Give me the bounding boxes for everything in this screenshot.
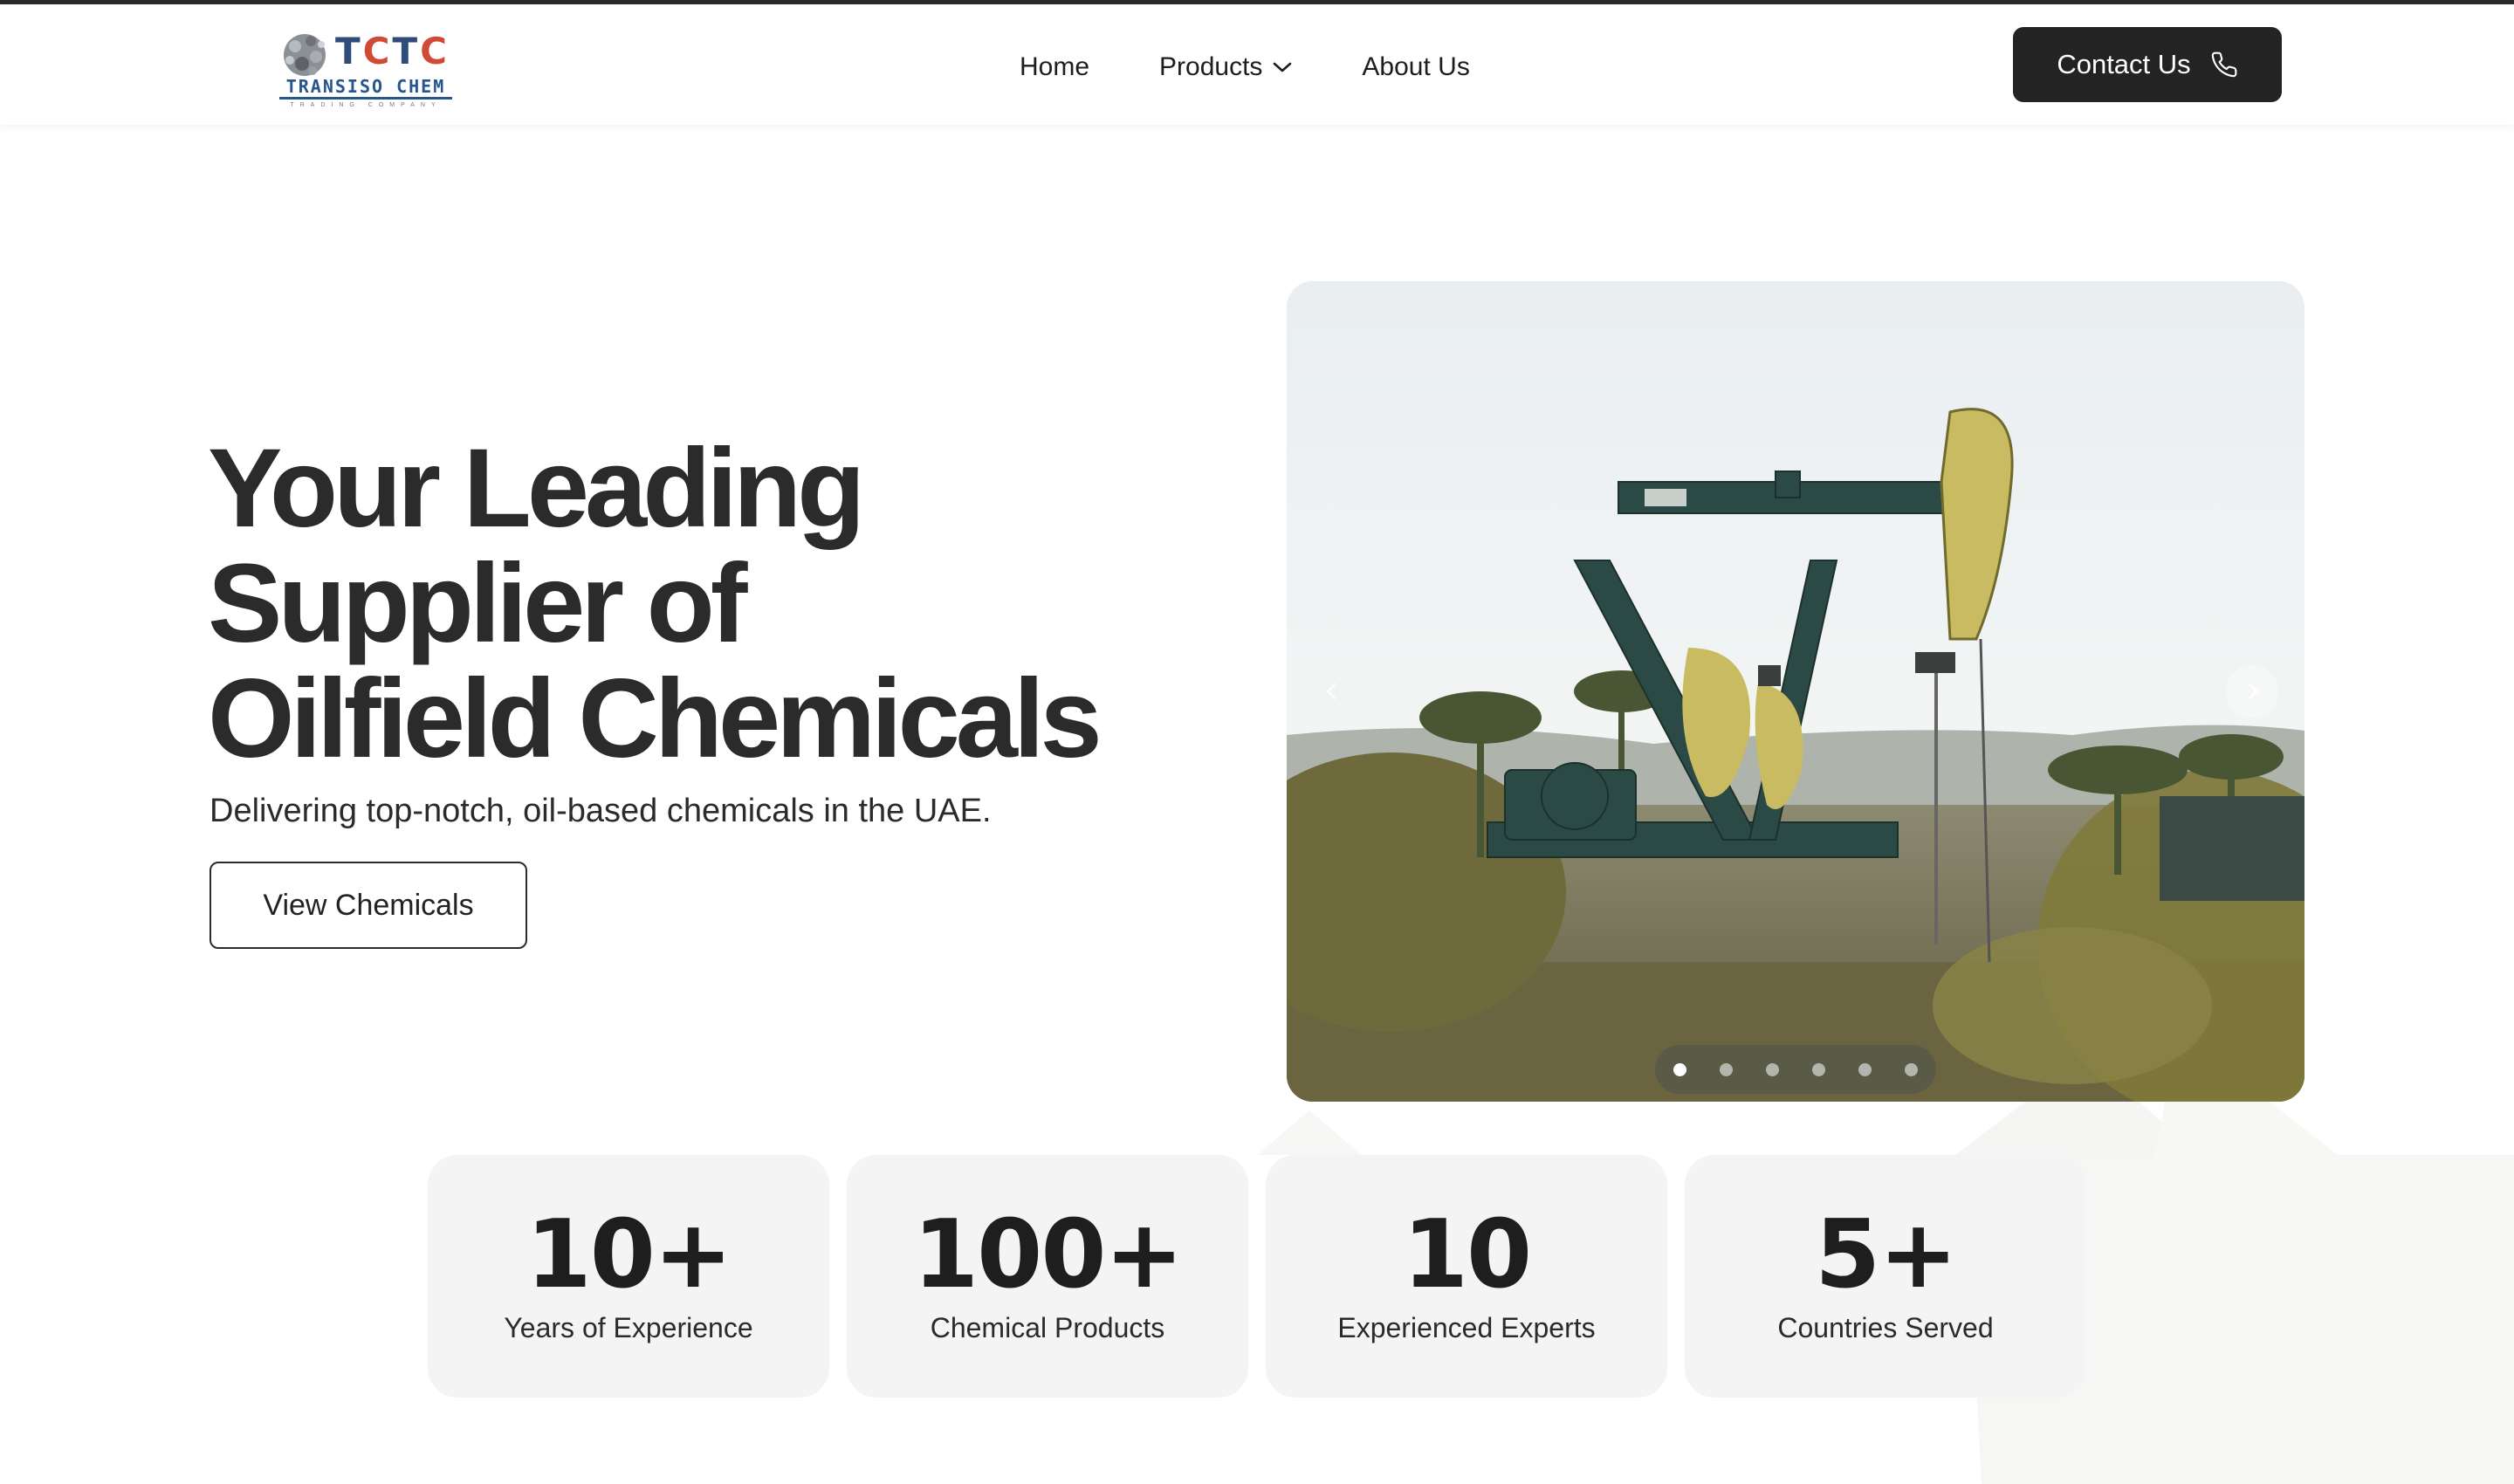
logo-tagline: TRADING COMPANY: [290, 102, 442, 108]
contact-us-label: Contact Us: [2057, 49, 2191, 79]
logo-wordmark: TCTC: [335, 30, 450, 72]
nav-link-home-label: Home: [1020, 52, 1090, 81]
logo-company-name: TRANSISO CHEM: [279, 76, 452, 100]
molecule-icon: [284, 34, 326, 76]
nav-link-about-us[interactable]: About Us: [1362, 50, 1469, 85]
chevron-right-icon: [2248, 683, 2258, 700]
carousel-dot-2[interactable]: [1720, 1062, 1733, 1076]
carousel-prev-button[interactable]: [1306, 665, 1358, 718]
stat-label: Chemical Products: [930, 1312, 1165, 1343]
carousel-dot-1[interactable]: [1673, 1062, 1686, 1076]
stat-value: 10: [1402, 1200, 1532, 1309]
view-chemicals-button[interactable]: View Chemicals: [210, 862, 527, 949]
carousel-dot-3[interactable]: [1766, 1062, 1779, 1076]
stat-label: Experienced Experts: [1337, 1312, 1596, 1343]
stat-value: 10+: [525, 1200, 733, 1309]
stat-value: 5+: [1815, 1200, 1958, 1309]
hero-title-line-3: Oilfield Chemicals: [208, 656, 1102, 781]
stat-card-products: 100+ Chemical Products: [847, 1155, 1248, 1398]
carousel-dot-6[interactable]: [1905, 1062, 1918, 1076]
stat-value: 100+: [913, 1200, 1184, 1309]
stat-label: Years of Experience: [504, 1312, 753, 1343]
nav-link-products-label: Products: [1159, 52, 1263, 81]
hero-subtitle: Delivering top-notch, oil-based chemical…: [210, 793, 992, 829]
phone-icon: [2211, 52, 2237, 78]
hero-carousel: [1287, 281, 2304, 1102]
chevron-left-icon: [1326, 683, 1336, 700]
stat-card-countries: 5+ Countries Served: [1685, 1155, 2086, 1398]
hero-title-line-1: Your Leading: [208, 426, 865, 551]
stat-label: Countries Served: [1777, 1312, 1994, 1343]
contact-us-button[interactable]: Contact Us: [2013, 27, 2282, 102]
nav-link-products[interactable]: Products: [1159, 50, 1292, 85]
hero-title: Your Leading Supplier of Oilfield Chemic…: [208, 431, 1255, 777]
company-logo[interactable]: TCTC TRANSISO CHEM TRADING COMPANY: [278, 25, 452, 111]
chevron-down-icon: [1274, 62, 1292, 72]
hero-title-line-2: Supplier of: [208, 541, 747, 666]
nav-link-home[interactable]: Home: [1020, 50, 1089, 85]
nav-link-about-label: About Us: [1362, 52, 1470, 81]
stat-card-experience: 10+ Years of Experience: [428, 1155, 829, 1398]
stats-section: 10+ Years of Experience 100+ Chemical Pr…: [428, 1155, 2086, 1398]
carousel-pagination: [1655, 1045, 1936, 1094]
pumpjack-image: [1287, 281, 2304, 1102]
stat-card-experts: 10 Experienced Experts: [1266, 1155, 1667, 1398]
main-nav: Home Products About Us: [1020, 50, 1470, 85]
carousel-next-button[interactable]: [2226, 665, 2278, 718]
carousel-dot-4[interactable]: [1812, 1062, 1825, 1076]
carousel-dot-5[interactable]: [1858, 1062, 1872, 1076]
navbar: TCTC TRANSISO CHEM TRADING COMPANY Home …: [0, 4, 2514, 125]
